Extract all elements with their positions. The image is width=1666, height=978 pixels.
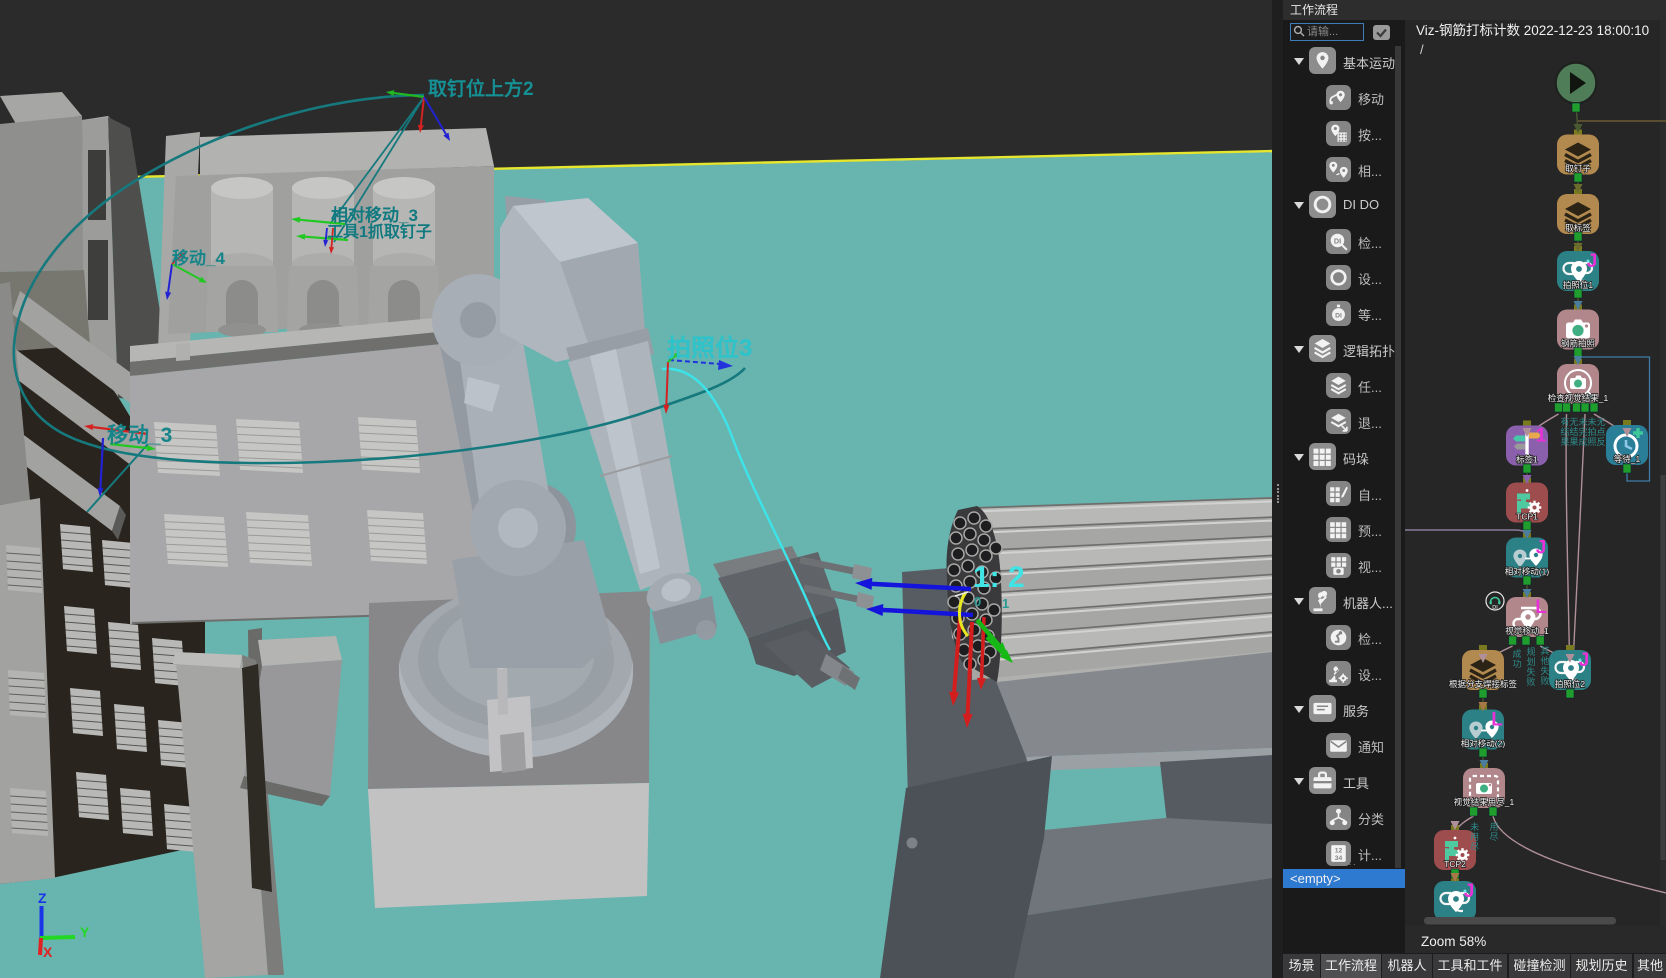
svg-text:视觉结果用尽_1: 视觉结果用尽_1 [1454,797,1515,807]
svg-text:DI: DI [1334,236,1341,245]
svg-text:J: J [1579,650,1590,671]
svg-text:用尽: 用尽 [1489,822,1498,842]
svg-text:钢筋拍照: 钢筋拍照 [1561,339,1596,349]
svg-text:Y: Y [80,924,90,940]
svg-text:L: L [1491,710,1503,731]
svg-text:拍照位1: 拍照位1 [1563,280,1594,290]
svg-text:取钉子: 取钉子 [1565,164,1591,174]
svg-text:TCP1: TCP1 [1516,512,1538,522]
svg-text:拍照位3: 拍照位3 [667,334,752,362]
svg-text:L: L [1535,597,1547,618]
svg-text:等待_1: 等待_1 [1614,454,1641,464]
svg-text:成功: 成功 [1512,648,1521,669]
svg-text:1: 1 [1002,596,1009,611]
svg-text:DI: DI [1492,605,1498,611]
svg-text:未用尽: 未用尽 [1470,821,1479,852]
svg-text:工具1抓取钉子: 工具1抓取钉子 [327,222,432,241]
svg-text:相对移动(2): 相对移动(2) [1461,739,1506,749]
svg-text:Zoom 58%: Zoom 58% [1421,934,1486,949]
svg-text:果果成照反: 果果成照反 [1560,436,1605,447]
svg-text:J: J [1536,538,1547,559]
svg-text:Viz-钢筋打标计数 2022-12-23 18:00:10: Viz-钢筋打标计数 2022-12-23 18:00:10 [1416,22,1649,38]
svg-text:X: X [43,944,53,960]
svg-text:DI: DI [1335,312,1342,319]
svg-text:相对移动(1): 相对移动(1) [1505,567,1550,577]
svg-text:标签1: 标签1 [1516,455,1538,465]
svg-text:有无未未无: 有无未未无 [1560,416,1605,427]
svg-text:1: 2: 1: 2 [973,561,1025,594]
svg-text:J: J [1464,881,1475,902]
svg-text:视觉移动_1: 视觉移动_1 [1505,626,1549,636]
svg-text:Z: Z [38,890,47,906]
svg-text:1: 1 [1536,426,1547,447]
svg-text:12: 12 [1335,847,1343,854]
svg-text:取标签: 取标签 [1565,223,1591,233]
svg-text:检查视觉结果_1: 检查视觉结果_1 [1548,393,1609,403]
svg-text:规划失败: 规划失败 [1526,647,1535,687]
svg-text:其他失败: 其他失败 [1540,646,1549,686]
svg-text:移动_3: 移动_3 [107,423,172,447]
svg-text:TCP2: TCP2 [1444,859,1466,869]
svg-text:取钉位上方2: 取钉位上方2 [428,77,534,100]
svg-text:拍照位2: 拍照位2 [1555,679,1586,689]
svg-text:结结完拍点: 结结完拍点 [1560,426,1605,437]
svg-text:0: 0 [974,594,981,609]
svg-text:/: / [1420,42,1424,57]
svg-text:根据分支焊接标签: 根据分支焊接标签 [1449,679,1518,689]
svg-text:移动_4: 移动_4 [172,248,225,268]
svg-text:J: J [1587,251,1598,272]
svg-text:相对移动_3: 相对移动_3 [331,205,418,225]
